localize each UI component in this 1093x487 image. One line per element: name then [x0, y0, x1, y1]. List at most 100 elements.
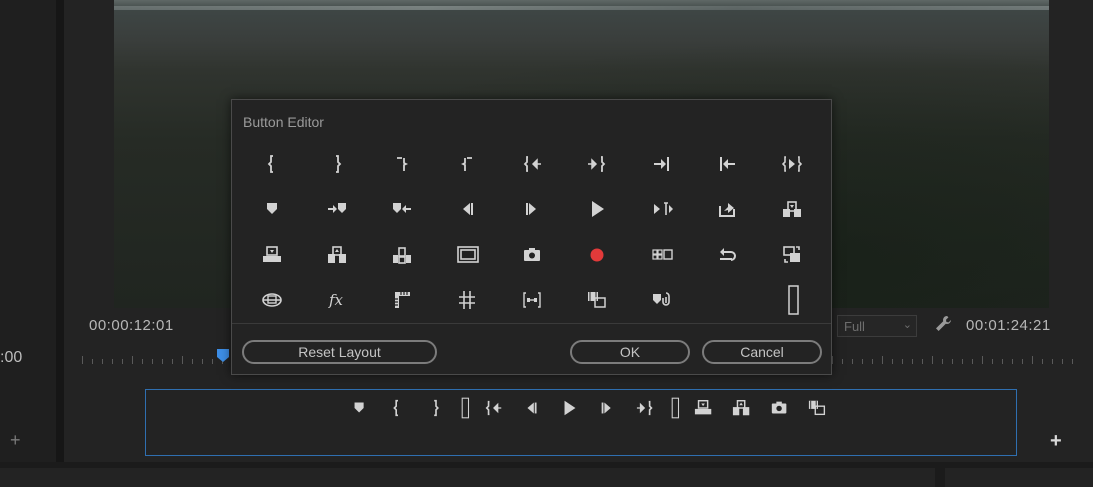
bar-button-mark-in[interactable]	[379, 397, 417, 419]
step-back-icon[interactable]	[457, 198, 479, 220]
grid-cell-loop[interactable]	[695, 237, 760, 273]
loop-icon[interactable]	[717, 244, 739, 266]
bar-button-step-forward[interactable]	[589, 397, 627, 419]
comparison-view-icon[interactable]	[782, 244, 804, 266]
grid-cell-link-marker[interactable]	[630, 282, 695, 318]
mark-out-icon[interactable]	[426, 398, 446, 418]
grid-cell-step-forward[interactable]	[500, 191, 565, 227]
grid-cell-clear-out[interactable]	[435, 146, 500, 182]
fit-dropdown[interactable]: Full ⌄	[837, 315, 917, 337]
bar-button-go-to-out[interactable]	[627, 397, 665, 419]
lift-icon[interactable]	[694, 398, 714, 418]
go-to-previous-marker-icon[interactable]	[392, 198, 414, 220]
grid-cell-mark-in[interactable]	[240, 146, 305, 182]
grid-cell-lift[interactable]	[240, 237, 305, 273]
grid-cell-go-to-next-marker[interactable]	[305, 191, 370, 227]
grid-cell-go-to-previous-edit[interactable]	[695, 146, 760, 182]
bar-button-go-to-in[interactable]	[475, 397, 513, 419]
grid-cell-go-to-in[interactable]	[500, 146, 565, 182]
grid-cell-safe-margins[interactable]	[435, 237, 500, 273]
spacer-icon[interactable]	[458, 396, 472, 420]
grid-cell-show-guides[interactable]	[435, 282, 500, 318]
grid-cell-export-frame-share[interactable]	[695, 191, 760, 227]
grid-cell-play-in-to-out[interactable]	[760, 146, 825, 182]
grid-cell-insert[interactable]	[370, 237, 435, 273]
go-to-out-icon[interactable]	[636, 398, 656, 418]
left-add-button[interactable]: +	[10, 430, 21, 451]
wrench-icon[interactable]	[933, 314, 953, 334]
grid-cell-go-to-next-edit[interactable]	[630, 146, 695, 182]
overwrite-icon[interactable]	[782, 198, 804, 220]
grid-cell-spacer[interactable]	[760, 282, 825, 318]
grid-cell-show-rulers[interactable]	[370, 282, 435, 318]
go-to-in-icon[interactable]	[522, 153, 544, 175]
export-frame-icon[interactable]	[522, 244, 544, 266]
grid-cell-step-back[interactable]	[435, 191, 500, 227]
spacer-icon[interactable]	[668, 396, 682, 420]
current-timecode[interactable]: 00:00:12:01	[89, 317, 174, 334]
grid-cell-play-around[interactable]	[630, 191, 695, 227]
bar-button-spacer[interactable]	[665, 397, 685, 419]
toggle-proxies-icon[interactable]	[587, 289, 609, 311]
snap-in-program-monitor-icon[interactable]	[522, 289, 544, 311]
play-in-to-out-icon[interactable]	[781, 153, 804, 175]
show-guides-icon[interactable]	[457, 289, 479, 311]
cancel-button[interactable]: Cancel	[702, 340, 822, 364]
clear-out-icon[interactable]	[457, 153, 479, 175]
bar-button-add-marker[interactable]	[341, 397, 379, 419]
grid-cell-add-marker[interactable]	[240, 191, 305, 227]
export-frame-icon[interactable]	[770, 398, 790, 418]
play-stop-icon[interactable]	[560, 398, 580, 418]
bar-button-mark-out[interactable]	[417, 397, 455, 419]
link-marker-icon[interactable]	[652, 289, 674, 311]
safe-margins-icon[interactable]	[456, 244, 479, 266]
grid-cell-record[interactable]	[565, 237, 630, 273]
mark-in-icon[interactable]	[388, 398, 408, 418]
extract-icon[interactable]	[327, 244, 349, 266]
clear-in-icon[interactable]	[392, 153, 414, 175]
spacer-icon[interactable]	[783, 285, 803, 315]
multi-camera-icon[interactable]	[651, 244, 674, 266]
reset-layout-button[interactable]: Reset Layout	[242, 340, 437, 364]
extract-icon[interactable]	[732, 398, 752, 418]
grid-cell-export-frame[interactable]	[500, 237, 565, 273]
grid-cell-comparison-view[interactable]	[760, 237, 825, 273]
grid-cell-go-to-out[interactable]	[565, 146, 630, 182]
grid-cell-mark-out[interactable]	[305, 146, 370, 182]
step-forward-icon[interactable]	[598, 398, 618, 418]
grid-cell-toggle-proxies[interactable]	[565, 282, 630, 318]
bar-button-spacer[interactable]	[455, 397, 475, 419]
go-to-next-marker-icon[interactable]	[327, 198, 349, 220]
fx-toggle-icon[interactable]: fx	[327, 289, 349, 311]
grid-cell-go-to-previous-marker[interactable]	[370, 191, 435, 227]
grid-cell-multi-camera[interactable]	[630, 237, 695, 273]
add-marker-icon[interactable]	[350, 398, 370, 418]
grid-cell-vr-video[interactable]	[240, 282, 305, 318]
button-editor-plus-button[interactable]: +	[1050, 430, 1062, 453]
playhead-marker[interactable]	[216, 349, 230, 362]
play-around-icon[interactable]	[652, 198, 674, 220]
grid-cell-clear-in[interactable]	[370, 146, 435, 182]
mark-out-icon[interactable]	[327, 153, 349, 175]
lift-icon[interactable]	[262, 244, 284, 266]
ok-button[interactable]: OK	[570, 340, 690, 364]
vr-video-icon[interactable]	[261, 289, 284, 311]
show-rulers-icon[interactable]	[392, 289, 414, 311]
toggle-proxies-icon[interactable]	[808, 398, 828, 418]
step-back-icon[interactable]	[522, 398, 542, 418]
go-to-previous-edit-icon[interactable]	[717, 153, 739, 175]
go-to-in-icon[interactable]	[484, 398, 504, 418]
grid-cell-snap-in-program-monitor[interactable]	[500, 282, 565, 318]
bar-button-lift[interactable]	[685, 397, 723, 419]
bar-button-step-back[interactable]	[513, 397, 551, 419]
panel-divider[interactable]	[56, 0, 64, 462]
export-frame-share-icon[interactable]	[717, 198, 739, 220]
grid-cell-overwrite[interactable]	[760, 191, 825, 227]
grid-cell-extract[interactable]	[305, 237, 370, 273]
bar-button-extract[interactable]	[723, 397, 761, 419]
mark-in-icon[interactable]	[262, 153, 284, 175]
bar-button-export-frame[interactable]	[761, 397, 799, 419]
bar-button-play-stop[interactable]	[551, 397, 589, 419]
grid-cell-play-stop[interactable]	[565, 191, 630, 227]
grid-cell-fx-toggle[interactable]: fx	[305, 282, 370, 318]
